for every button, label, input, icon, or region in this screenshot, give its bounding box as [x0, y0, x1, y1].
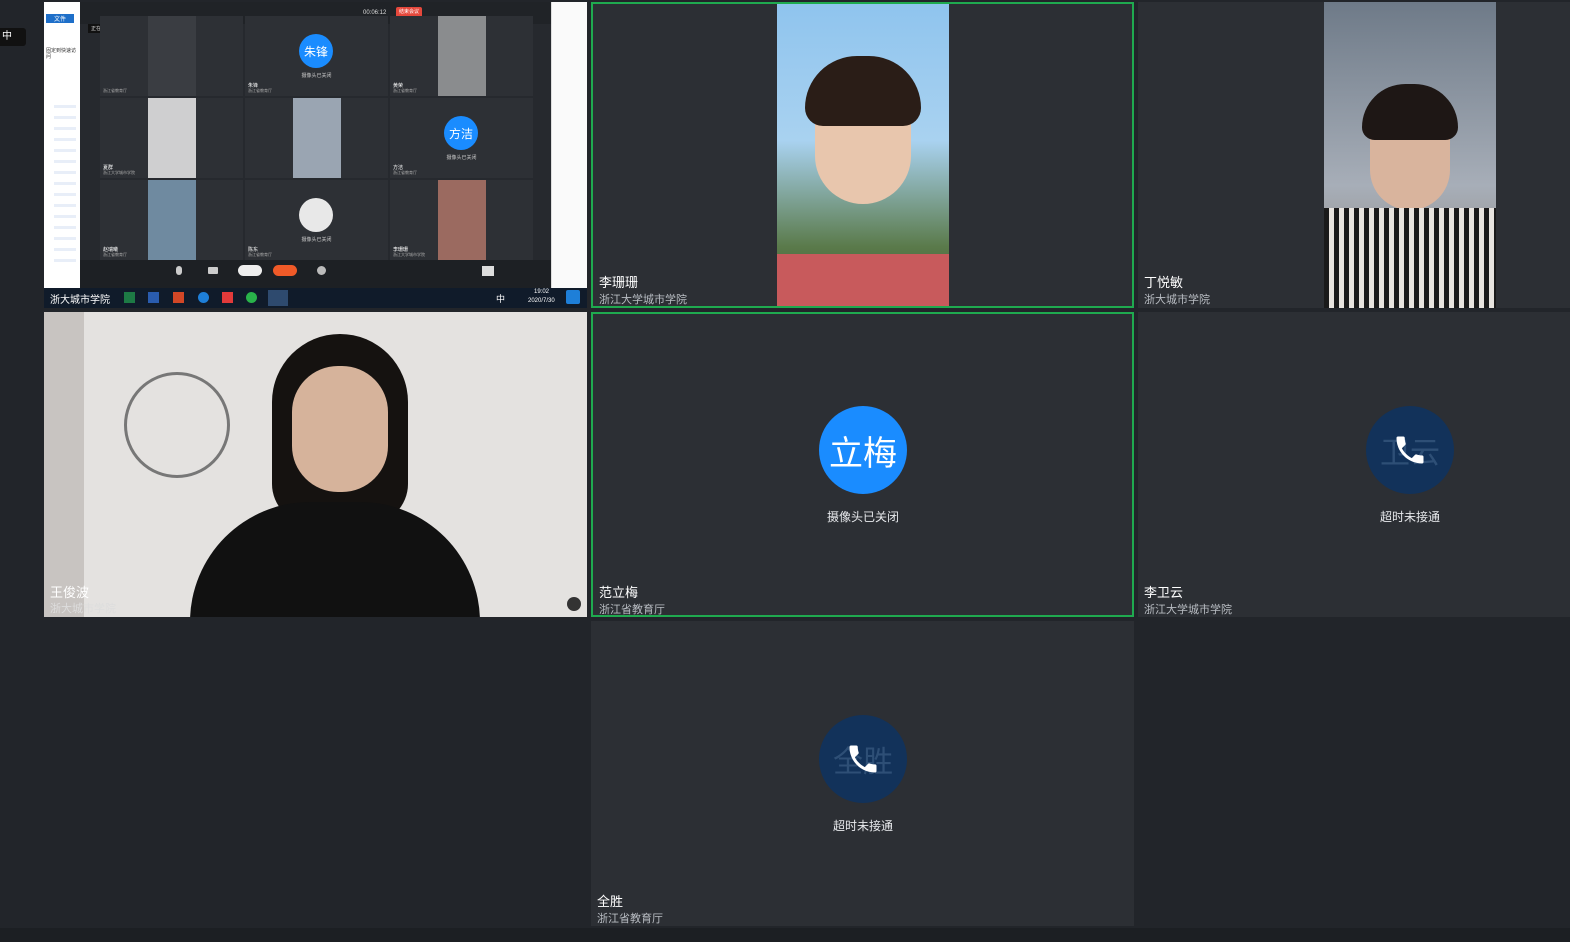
- participant-org: 浙江大学城市学院: [1144, 604, 1232, 616]
- taskbar-clock-time[interactable]: 19:02: [534, 289, 549, 295]
- mini-avatar: 方洁: [444, 116, 478, 150]
- hair-shape: [805, 56, 921, 126]
- mini-participant-tile[interactable]: 朱锋 摄像头已关闭 朱锋 浙江省教育厅: [245, 16, 388, 96]
- participant-avatar: 卫云: [1366, 406, 1454, 494]
- mini-participant-tile[interactable]: 李珊珊 浙江大学城市学院: [390, 180, 533, 260]
- mini-status: 摄像头已关闭: [301, 73, 332, 79]
- participant-tile-5[interactable]: 卫云 超时未接通 李卫云 浙江大学城市学院: [1138, 312, 1570, 617]
- taskbar-clock-date[interactable]: 2020/7/30: [528, 298, 555, 304]
- windows-taskbar: 浙大城市学院 中 19:02 2020/7/30: [44, 288, 587, 308]
- taskbar-app-icon[interactable]: [222, 292, 233, 303]
- participant-video-1: [777, 4, 949, 306]
- mini-invite-icon[interactable]: [317, 266, 326, 275]
- mini-participant-org: 浙江省教育厅: [103, 88, 127, 93]
- wall-decor: [44, 312, 84, 617]
- explorer-ribbon-tab[interactable]: 文件: [46, 14, 74, 23]
- call-timeout-status: 超时未接通: [1379, 510, 1440, 524]
- taskbar-wechat-icon[interactable]: [246, 292, 257, 303]
- camera-off-status: 摄像头已关闭: [826, 510, 899, 524]
- mini-participant-tile[interactable]: 方洁 摄像头已关闭 方洁 浙江省教育厅: [390, 98, 533, 178]
- mini-participant-org: 浙江省教育厅: [393, 88, 417, 93]
- background-window: [551, 2, 587, 288]
- mini-video: [148, 16, 196, 96]
- mini-meeting-window: 00:06:12 结束会议 正在共享中 浙江省教育厅朱锋摄像头已关闭朱锋浙江省教…: [80, 2, 551, 288]
- clock-decor: [124, 372, 230, 478]
- mini-participant-tile[interactable]: 摄像头已关闭 陈东 浙江省教育厅: [245, 180, 388, 260]
- mini-share-icon[interactable]: [238, 265, 262, 276]
- taskbar-edge-icon[interactable]: [198, 292, 209, 303]
- mini-mute-icon[interactable]: [176, 266, 182, 275]
- mini-camera-icon[interactable]: [208, 267, 218, 274]
- mini-layout-icon[interactable]: [482, 266, 494, 276]
- participant-org: 浙江省教育厅: [597, 913, 663, 925]
- mini-status: 摄像头已关闭: [446, 155, 477, 161]
- mini-hangup-button[interactable]: [273, 265, 297, 276]
- taskbar-excel-icon[interactable]: [124, 292, 135, 303]
- participant-name: 丁悦敏: [1144, 275, 1184, 290]
- participant-name: 全胜: [597, 894, 624, 909]
- participant-org: 浙大城市学院: [1144, 294, 1210, 306]
- participant-org: 浙江省教育厅: [599, 604, 665, 616]
- explorer-action[interactable]: 固定到快速访问: [46, 48, 76, 60]
- mini-video: [438, 16, 486, 96]
- participant-tile-3[interactable]: 王俊波 浙大城市学院: [44, 312, 587, 617]
- mini-cat-avatar: [299, 198, 333, 232]
- participant-name: 李卫云: [1144, 585, 1184, 600]
- shirt-shape: [777, 254, 949, 306]
- taskbar-app-label[interactable]: 浙大城市学院: [50, 291, 110, 306]
- side-tab-label: 中: [2, 31, 12, 42]
- participant-name: 李珊珊: [599, 275, 639, 290]
- mini-participant-tile[interactable]: 浙江省教育厅: [100, 16, 243, 96]
- taskbar-ime-label[interactable]: 中: [496, 292, 505, 305]
- mini-participant-org: 浙江省教育厅: [248, 88, 272, 93]
- participant-video-2: [1324, 2, 1496, 308]
- mini-control-bar: [80, 260, 551, 288]
- call-timeout-status: 超时未接通: [832, 819, 893, 833]
- participant-name: 范立梅: [599, 585, 639, 600]
- participant-tile-4[interactable]: 立梅 摄像头已关闭 范立梅 浙江省教育厅: [591, 312, 1134, 617]
- mini-video: [148, 180, 196, 260]
- mini-participant-tile[interactable]: [245, 98, 388, 178]
- bottom-bar: [0, 928, 1570, 942]
- explorer-tree: [54, 97, 76, 267]
- taskbar-powerpoint-icon[interactable]: [173, 292, 184, 303]
- mini-participant-org: 浙江省教育厅: [248, 252, 272, 257]
- explorer-window: 文件 固定到快速访问: [44, 2, 81, 288]
- participant-tile-2[interactable]: 丁悦敏 浙大城市学院: [1138, 2, 1570, 308]
- participant-avatar: 立梅: [819, 406, 907, 494]
- mini-video: [438, 180, 486, 260]
- taskbar-meeting-icon[interactable]: [268, 290, 288, 306]
- participant-org: 浙大城市学院: [50, 603, 116, 615]
- mini-participant-org: 浙江大学城市学院: [393, 252, 425, 257]
- side-tab[interactable]: 中: [0, 28, 26, 46]
- mini-participant-tile[interactable]: 赵瑞曦 浙江省教育厅: [100, 180, 243, 260]
- mini-video-grid: 浙江省教育厅 朱锋 摄像头已关闭 朱锋 浙江省教育厅 黄荣 浙江省教育厅 夏群 浙江大学城市学院…: [100, 16, 534, 260]
- mini-participant-org: 浙江大学城市学院: [103, 170, 135, 175]
- participant-name: 王俊波: [50, 585, 90, 600]
- hair-shape: [1362, 84, 1458, 140]
- participant-tile-1[interactable]: 李珊珊 浙江大学城市学院: [591, 2, 1134, 308]
- mini-participant-org: 浙江省教育厅: [393, 170, 417, 175]
- participant-org: 浙江大学城市学院: [599, 294, 687, 306]
- mini-avatar: 朱锋: [299, 34, 333, 68]
- person-face: [292, 366, 388, 492]
- phone-icon: [849, 745, 877, 773]
- mini-status: 摄像头已关闭: [301, 237, 332, 243]
- participant-tile-6[interactable]: 全胜 超时未接通 全胜 浙江省教育厅: [591, 621, 1134, 926]
- striped-shirt: [1324, 208, 1496, 308]
- mini-video: [148, 98, 196, 178]
- person-body: [190, 502, 480, 617]
- mini-participant-tile[interactable]: 夏群 浙江大学城市学院: [100, 98, 243, 178]
- taskbar-word-icon[interactable]: [148, 292, 159, 303]
- shared-screen-tile[interactable]: 文件 固定到快速访问 00:06:12 结束会议 正在共享中 浙江省教育厅朱锋摄…: [44, 2, 587, 308]
- mini-video: [293, 98, 341, 178]
- phone-icon: [1396, 436, 1424, 464]
- taskbar-notification-icon[interactable]: [566, 290, 580, 304]
- mini-participant-tile[interactable]: 黄荣 浙江省教育厅: [390, 16, 533, 96]
- mini-participant-org: 浙江省教育厅: [103, 252, 127, 257]
- mic-muted-icon: [567, 597, 581, 611]
- participant-avatar: 全胜: [819, 715, 907, 803]
